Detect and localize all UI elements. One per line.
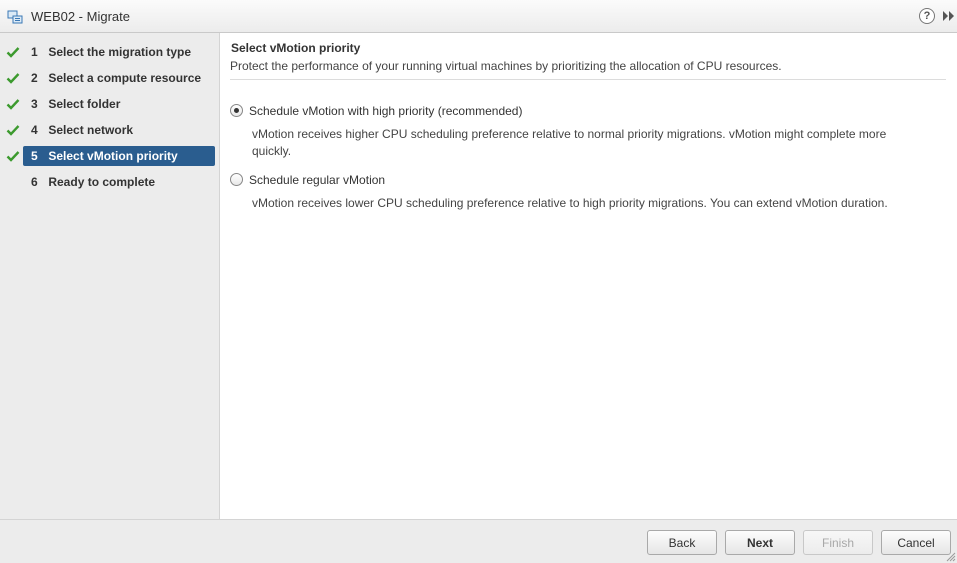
step-number: 1 <box>31 45 38 59</box>
page-title: Select vMotion priority <box>231 41 361 55</box>
expand-icon[interactable] <box>942 10 956 22</box>
checkmark-icon <box>6 99 20 110</box>
wizard-step-2[interactable]: 2 Select a compute resource <box>0 68 220 88</box>
wizard-step-6[interactable]: 6 Ready to complete <box>0 172 220 192</box>
step-number: 2 <box>31 71 38 85</box>
high-priority-description-line-2: quickly. <box>252 144 292 158</box>
title-bar: WEB02 - Migrate ? <box>0 0 957 33</box>
wizard-step-5[interactable]: 5 Select vMotion priority <box>0 146 220 166</box>
wizard-step-1[interactable]: 1 Select the migration type <box>0 42 220 62</box>
high-priority-label[interactable]: Schedule vMotion with high priority (rec… <box>249 104 522 118</box>
next-button[interactable]: Next <box>725 530 795 555</box>
step-number: 6 <box>31 175 38 189</box>
step-label: Ready to complete <box>48 175 156 189</box>
high-priority-radio[interactable] <box>230 104 243 117</box>
help-icon[interactable]: ? <box>919 8 935 24</box>
step-label: Select a compute resource <box>48 71 202 85</box>
step-label: Select the migration type <box>48 45 192 59</box>
checkmark-icon <box>6 125 20 136</box>
window-title: WEB02 - Migrate <box>31 9 130 24</box>
cancel-button[interactable]: Cancel <box>881 530 951 555</box>
checkmark-icon <box>6 73 20 84</box>
step-label: Select folder <box>48 97 121 111</box>
regular-priority-radio[interactable] <box>230 173 243 186</box>
vm-migrate-icon <box>7 10 23 24</box>
wizard-step-4[interactable]: 4 Select network <box>0 120 220 140</box>
wizard-footer: Back Next Finish Cancel <box>0 519 957 563</box>
resize-grip-icon[interactable] <box>944 550 956 562</box>
regular-priority-description: vMotion receives lower CPU scheduling pr… <box>252 196 888 210</box>
step-label: Select vMotion priority <box>48 149 178 163</box>
step-number: 3 <box>31 97 38 111</box>
regular-priority-label[interactable]: Schedule regular vMotion <box>249 173 385 187</box>
step-number: 4 <box>31 123 38 137</box>
checkmark-icon <box>6 47 20 58</box>
wizard-step-3[interactable]: 3 Select folder <box>0 94 220 114</box>
finish-button: Finish <box>803 530 873 555</box>
checkmark-icon <box>6 151 20 162</box>
back-button[interactable]: Back <box>647 530 717 555</box>
step-label: Select network <box>48 123 134 137</box>
main-panel: Select vMotion priority Protect the perf… <box>220 33 957 519</box>
step-number: 5 <box>31 149 38 163</box>
divider <box>230 79 946 80</box>
radio-selected-dot <box>234 108 239 113</box>
page-description: Protect the performance of your running … <box>230 59 782 73</box>
high-priority-description-line-1: vMotion receives higher CPU scheduling p… <box>252 127 887 141</box>
wizard-steps-sidebar: 1 Select the migration type 2 Select a c… <box>0 33 220 519</box>
